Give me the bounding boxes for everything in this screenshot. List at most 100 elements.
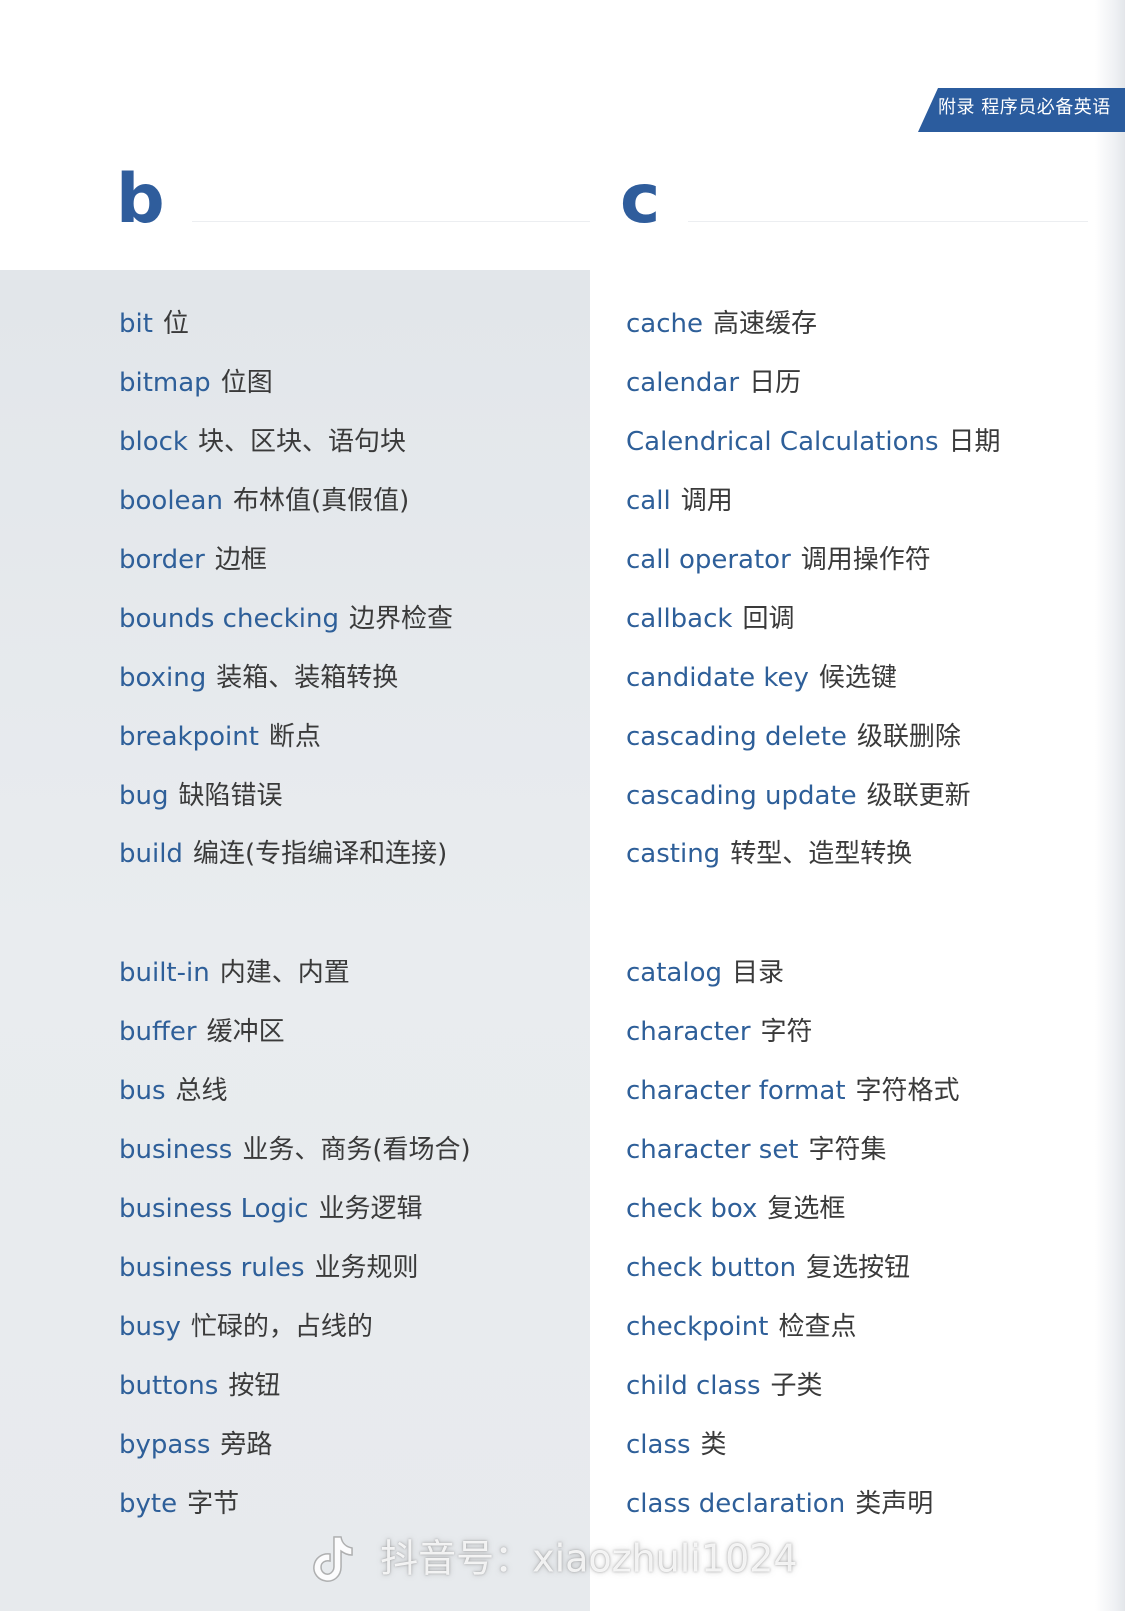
term-entry: call 调用 [626,481,733,521]
term-chinese: 类声明 [855,1489,934,1519]
term-entry: character 字符 [626,1012,813,1052]
term-entry: candidate key 候选键 [626,658,897,698]
term-english: check button [626,1253,797,1283]
term-chinese: 旁路 [220,1430,273,1460]
term-chinese: 调用操作符 [800,545,931,575]
term-entry: business Logic 业务逻辑 [119,1189,423,1229]
term-entry: built-in 内建、内置 [119,953,350,993]
term-english: bit [119,309,153,339]
term-entry: bounds checking 边界检查 [119,599,453,639]
term-entry: casting 转型、造型转换 [626,834,912,874]
term-english: byte [119,1489,178,1519]
term-entry: breakpoint 断点 [119,717,321,757]
term-english: checkpoint [626,1312,769,1342]
term-chinese: 业务规则 [314,1253,419,1283]
term-chinese: 缓冲区 [206,1017,285,1047]
term-english: call operator [626,545,791,575]
term-entry: call operator 调用操作符 [626,540,931,580]
term-english: cache [626,309,703,339]
term-chinese: 字符集 [808,1135,887,1165]
term-entry: catalog 目录 [626,953,784,993]
term-english: bitmap [119,368,211,398]
term-chinese: 子类 [770,1371,823,1401]
term-chinese: 类 [700,1430,727,1460]
term-chinese: 内建、内置 [219,958,350,988]
term-english: character [626,1017,751,1047]
term-entry: border 边框 [119,540,267,580]
term-chinese: 边界检查 [349,604,454,634]
term-entry: cascading delete 级联删除 [626,717,961,757]
term-english: business [119,1135,233,1165]
term-chinese: 级联更新 [866,781,971,811]
section-letter-b: b [116,160,165,239]
term-english: Calendrical Calculations [626,427,939,457]
term-chinese: 位 [162,309,189,339]
term-english: call [626,486,671,516]
term-english: cascading update [626,781,857,811]
term-chinese: 业务逻辑 [318,1194,423,1224]
term-entry: calendar 日历 [626,363,801,403]
term-entry: Calendrical Calculations 日期 [626,422,1001,462]
term-english: bus [119,1076,166,1106]
term-chinese: 日历 [749,368,802,398]
term-chinese: 业务、商务(看场合) [242,1135,471,1165]
term-entry: check button 复选按钮 [626,1248,910,1288]
term-chinese: 日期 [948,427,1001,457]
term-english: block [119,427,188,457]
term-entry: build 编连(专指编译和连接) [119,834,447,874]
term-entry: busy 忙碌的，占线的 [119,1307,373,1347]
term-english: calendar [626,368,740,398]
term-entry: bypass 旁路 [119,1425,272,1465]
term-chinese: 字符 [760,1017,813,1047]
term-english: class [626,1430,691,1460]
term-chinese: 回调 [742,604,795,634]
term-english: class declaration [626,1489,846,1519]
term-entry: class 类 [626,1425,727,1465]
term-chinese: 复选按钮 [806,1253,911,1283]
term-chinese: 断点 [268,722,321,752]
term-entry: bitmap 位图 [119,363,273,403]
term-entry: business 业务、商务(看场合) [119,1130,471,1170]
term-entry: boxing 装箱、装箱转换 [119,658,398,698]
term-chinese: 忙碌的，占线的 [190,1312,373,1342]
term-english: check box [626,1194,758,1224]
term-chinese: 目录 [732,958,785,988]
term-entry: buffer 缓冲区 [119,1012,285,1052]
term-chinese: 级联删除 [856,722,961,752]
term-entry: character format 字符格式 [626,1071,960,1111]
term-english: buffer [119,1017,197,1047]
term-english: character format [626,1076,846,1106]
term-english: bounds checking [119,604,340,634]
term-chinese: 布林值(真假值) [232,486,410,516]
term-chinese: 位图 [220,368,273,398]
term-chinese: 总线 [175,1076,228,1106]
term-entry: check box 复选框 [626,1189,845,1229]
term-english: busy [119,1312,181,1342]
term-english: candidate key [626,663,809,693]
term-english: bug [119,781,169,811]
term-english: callback [626,604,733,634]
section-divider-b [192,221,590,222]
term-chinese: 高速缓存 [713,309,818,339]
term-chinese: 按钮 [228,1371,281,1401]
term-entry: boolean 布林值(真假值) [119,481,409,521]
term-english: child class [626,1371,761,1401]
term-entry: bus 总线 [119,1071,228,1111]
term-entry: business rules 业务规则 [119,1248,419,1288]
page-edge-shadow [1095,0,1125,1611]
term-chinese: 调用 [680,486,733,516]
term-chinese: 转型、造型转换 [730,839,913,869]
term-entry: byte 字节 [119,1484,239,1524]
term-chinese: 候选键 [818,663,897,693]
term-english: breakpoint [119,722,259,752]
term-chinese: 缺陷错误 [178,781,283,811]
term-entry: cascading update 级联更新 [626,776,971,816]
appendix-header-label: 附录 程序员必备英语 [938,97,1111,118]
term-chinese: 块、区块、语句块 [198,427,407,457]
term-english: boxing [119,663,207,693]
term-english: casting [626,839,721,869]
term-english: business Logic [119,1194,309,1224]
term-entry: class declaration 类声明 [626,1484,933,1524]
watermark-text: 抖音号：xiaozhuli1024 [380,1536,798,1581]
tiktok-icon [310,1533,356,1585]
